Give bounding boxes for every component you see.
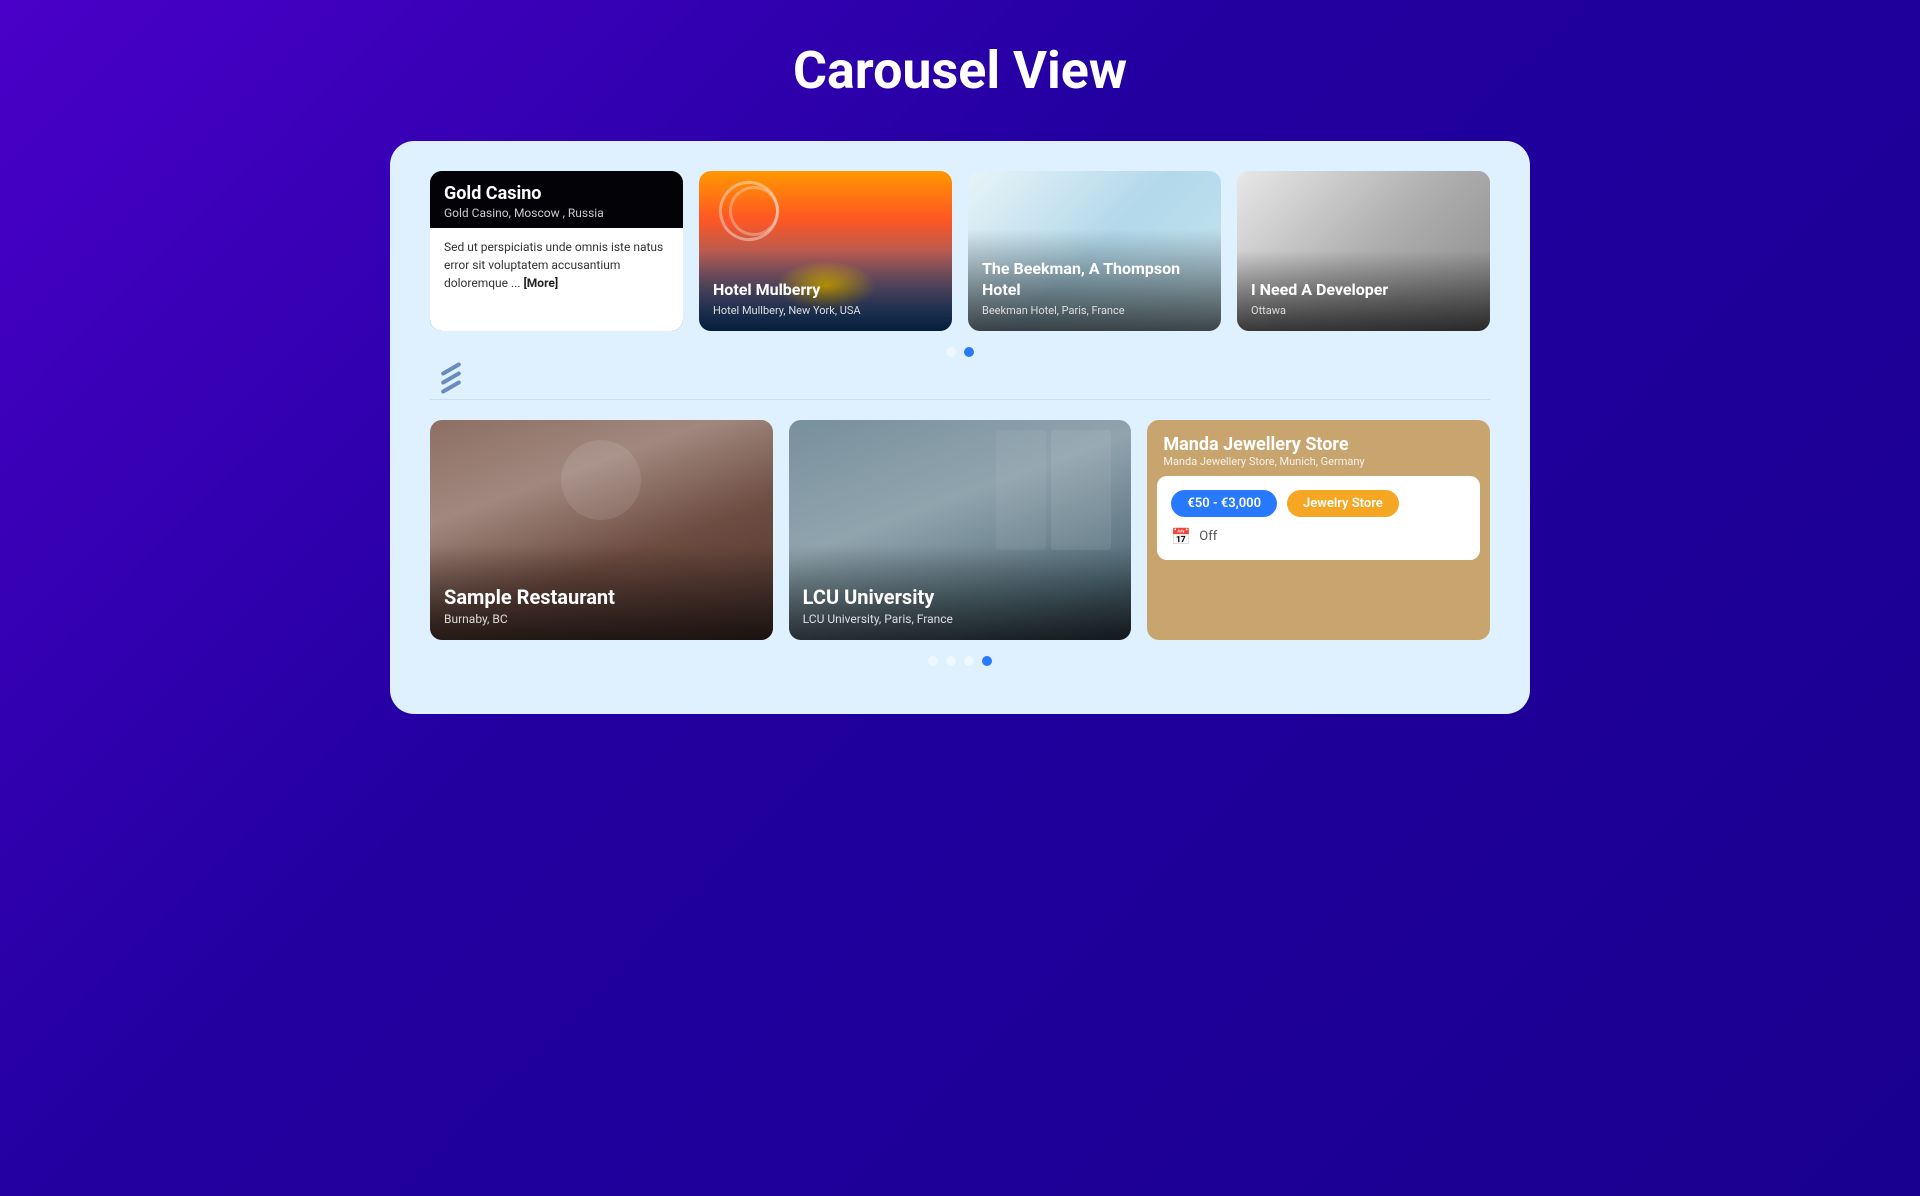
top-dot-1[interactable] [946,347,956,357]
bottom-dot-3[interactable] [964,656,974,666]
card-restaurant[interactable]: Sample Restaurant Burnaby, BC [430,420,773,640]
bottom-carousel-section: Sample Restaurant Burnaby, BC LCU Univer… [430,420,1490,666]
card-hotel-subtitle: Hotel Mullbery, New York, USA [713,304,938,317]
card-gold-more[interactable]: [More] [523,276,558,290]
card-gold-header: Gold Casino Gold Casino, Moscow , Russia [430,171,683,228]
jewelry-status: 📅 Off [1171,527,1466,546]
bottom-dot-4[interactable] [982,656,992,666]
top-carousel-dots [430,347,1490,357]
page-title: Carousel View [793,40,1127,101]
decorative-lines [440,367,1490,389]
card-beekman-overlay: The Beekman, A Thompson Hotel Beekman Ho… [968,229,1221,331]
jewelry-header: Manda Jewellery Store Manda Jewellery St… [1147,420,1490,476]
jewelry-tags: €50 - €3,000 Jewelry Store [1171,490,1466,517]
card-gold-body: Sed ut perspiciatis unde omnis iste natu… [430,228,683,331]
card-restaurant-overlay: Sample Restaurant Burnaby, BC [430,545,773,640]
card-gold-subtitle: Gold Casino, Moscow , Russia [444,206,669,220]
top-dot-2[interactable] [964,347,974,357]
jewelry-category-tag: Jewelry Store [1287,490,1399,517]
card-gold-casino[interactable]: Gold Casino Gold Casino, Moscow , Russia… [430,171,683,331]
card-developer[interactable]: I Need A Developer Ottawa [1237,171,1490,331]
card-restaurant-title: Sample Restaurant [444,585,759,609]
section-divider [430,399,1490,400]
card-developer-title: I Need A Developer [1251,280,1476,301]
card-university[interactable]: LCU University LCU University, Paris, Fr… [789,420,1132,640]
carousel-container: Gold Casino Gold Casino, Moscow , Russia… [390,141,1530,714]
card-hotel-mulberry[interactable]: Hotel Mulberry Hotel Mullbery, New York,… [699,171,952,331]
card-developer-overlay: I Need A Developer Ottawa [1237,250,1490,331]
card-beekman[interactable]: The Beekman, A Thompson Hotel Beekman Ho… [968,171,1221,331]
bottom-dot-1[interactable] [928,656,938,666]
card-jewelry[interactable]: Manda Jewellery Store Manda Jewellery St… [1147,420,1490,640]
calendar-icon: 📅 [1171,527,1191,546]
card-university-title: LCU University [803,585,1118,609]
bottom-cards-row: Sample Restaurant Burnaby, BC LCU Univer… [430,420,1490,640]
card-gold-title: Gold Casino [444,183,669,204]
jewelry-title: Manda Jewellery Store [1163,434,1474,455]
jewelry-subtitle: Manda Jewellery Store, Munich, Germany [1163,455,1474,468]
card-beekman-subtitle: Beekman Hotel, Paris, France [982,304,1207,317]
jewelry-body: €50 - €3,000 Jewelry Store 📅 Off [1157,476,1480,560]
top-cards-row: Gold Casino Gold Casino, Moscow , Russia… [430,171,1490,331]
jewelry-status-text: Off [1199,529,1217,544]
bottom-dot-2[interactable] [946,656,956,666]
card-restaurant-subtitle: Burnaby, BC [444,612,759,626]
card-beekman-title: The Beekman, A Thompson Hotel [982,259,1207,301]
card-university-overlay: LCU University LCU University, Paris, Fr… [789,545,1132,640]
card-hotel-overlay: Hotel Mulberry Hotel Mullbery, New York,… [699,250,952,331]
jewelry-price-tag: €50 - €3,000 [1171,490,1277,517]
card-hotel-title: Hotel Mulberry [713,280,938,301]
card-developer-subtitle: Ottawa [1251,304,1476,317]
card-university-subtitle: LCU University, Paris, France [803,612,1118,626]
bottom-carousel-dots [430,656,1490,666]
top-carousel-section: Gold Casino Gold Casino, Moscow , Russia… [430,171,1490,389]
